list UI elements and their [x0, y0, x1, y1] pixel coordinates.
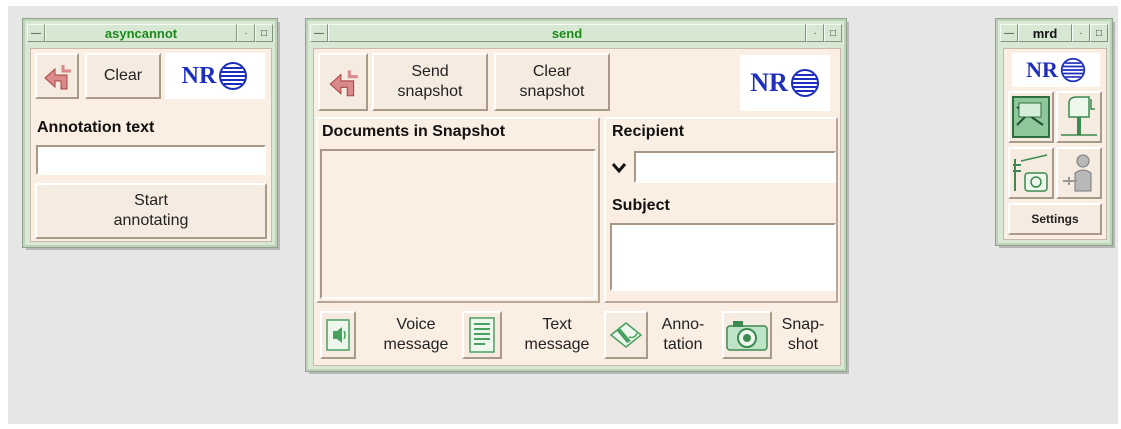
mail-button[interactable]: [1008, 91, 1054, 143]
settings-button[interactable]: Settings: [1008, 203, 1102, 235]
maximize-button[interactable]: □: [1090, 24, 1108, 42]
nrc-logo: NR: [740, 55, 830, 111]
clear-button[interactable]: Clear: [85, 53, 161, 99]
titlebar[interactable]: — send · □: [310, 23, 842, 43]
window-title: mrd: [1018, 24, 1072, 42]
clear-snapshot-button[interactable]: Clear snapshot: [494, 53, 610, 111]
pen-icon: [609, 322, 643, 348]
start-annotating-button[interactable]: Start annotating: [35, 183, 267, 239]
window-client: NR Settings: [1003, 48, 1107, 240]
window-menu-button[interactable]: —: [27, 24, 45, 42]
message-details-section: Recipient Subject: [604, 117, 838, 303]
recipient-input[interactable]: [634, 151, 836, 183]
window-menu-button[interactable]: —: [1000, 24, 1018, 42]
titlebar[interactable]: — mrd · □: [1000, 23, 1108, 43]
globe-icon: [1060, 57, 1086, 83]
subject-label: Subject: [612, 197, 670, 214]
speaker-icon: [326, 319, 350, 351]
back-button[interactable]: [318, 53, 368, 111]
maximize-button[interactable]: □: [255, 24, 273, 42]
send-snapshot-button[interactable]: Send snapshot: [372, 53, 488, 111]
back-arrow-icon: [44, 65, 71, 90]
recipient-label: Recipient: [612, 123, 685, 140]
minimize-button[interactable]: ·: [806, 24, 824, 42]
annotation-text-label: Annotation text: [37, 119, 155, 136]
person-button[interactable]: [1056, 147, 1102, 199]
logo-text: NR: [181, 62, 217, 89]
annotation-label[interactable]: Anno- tation: [650, 315, 716, 355]
document-icon: [469, 317, 495, 353]
mail-icon: [1012, 96, 1050, 138]
text-message-icon-button[interactable]: [462, 311, 502, 359]
logo-text: NR: [1026, 57, 1058, 82]
window-title: asyncannot: [45, 24, 237, 42]
maximize-button[interactable]: □: [824, 24, 842, 42]
snapshot-label[interactable]: Snap- shot: [774, 315, 832, 355]
window-client: Send snapshot Clear snapshot NR Document…: [313, 48, 841, 366]
text-message-label[interactable]: Text message: [514, 315, 600, 355]
documents-list[interactable]: [320, 149, 596, 299]
minimize-button[interactable]: ·: [237, 24, 255, 42]
documents-label: Documents in Snapshot: [322, 123, 506, 140]
titlebar[interactable]: — asyncannot · □: [27, 23, 273, 43]
send-window: — send · □ Send snapshot Clear snapshot …: [305, 18, 847, 372]
mrd-window: — mrd · □ NR Settings: [995, 18, 1113, 246]
window-client: Clear NR Annotation text Start annotatin…: [30, 48, 272, 242]
chevron-down-icon[interactable]: [611, 161, 627, 175]
voice-message-label[interactable]: Voice message: [376, 315, 456, 355]
desktop: — asyncannot · □ Clear NR Annotation tex…: [8, 6, 1118, 424]
subject-input[interactable]: [610, 223, 836, 291]
asyncannot-window: — asyncannot · □ Clear NR Annotation tex…: [22, 18, 278, 248]
voice-message-icon-button[interactable]: [320, 311, 356, 359]
logo-text: NR: [750, 68, 788, 97]
annotation-text-input[interactable]: [36, 145, 266, 175]
back-button[interactable]: [35, 53, 79, 99]
nrc-logo: NR: [165, 53, 265, 99]
telephone-icon: [1013, 154, 1048, 192]
back-arrow-icon: [329, 70, 358, 97]
documents-section: Documents in Snapshot: [316, 117, 600, 303]
globe-icon: [219, 62, 248, 90]
mailbox-button[interactable]: [1056, 91, 1102, 143]
window-title: send: [328, 24, 806, 42]
snapshot-icon-button[interactable]: [722, 311, 772, 359]
mailbox-icon: [1061, 96, 1097, 136]
telephone-button[interactable]: [1008, 147, 1054, 199]
annotation-icon-button[interactable]: [604, 311, 648, 359]
window-menu-button[interactable]: —: [310, 24, 328, 42]
nrc-logo: NR: [1012, 53, 1100, 87]
camera-icon: [726, 321, 768, 351]
minimize-button[interactable]: ·: [1072, 24, 1090, 42]
globe-icon: [790, 69, 819, 97]
person-icon: [1063, 154, 1092, 192]
